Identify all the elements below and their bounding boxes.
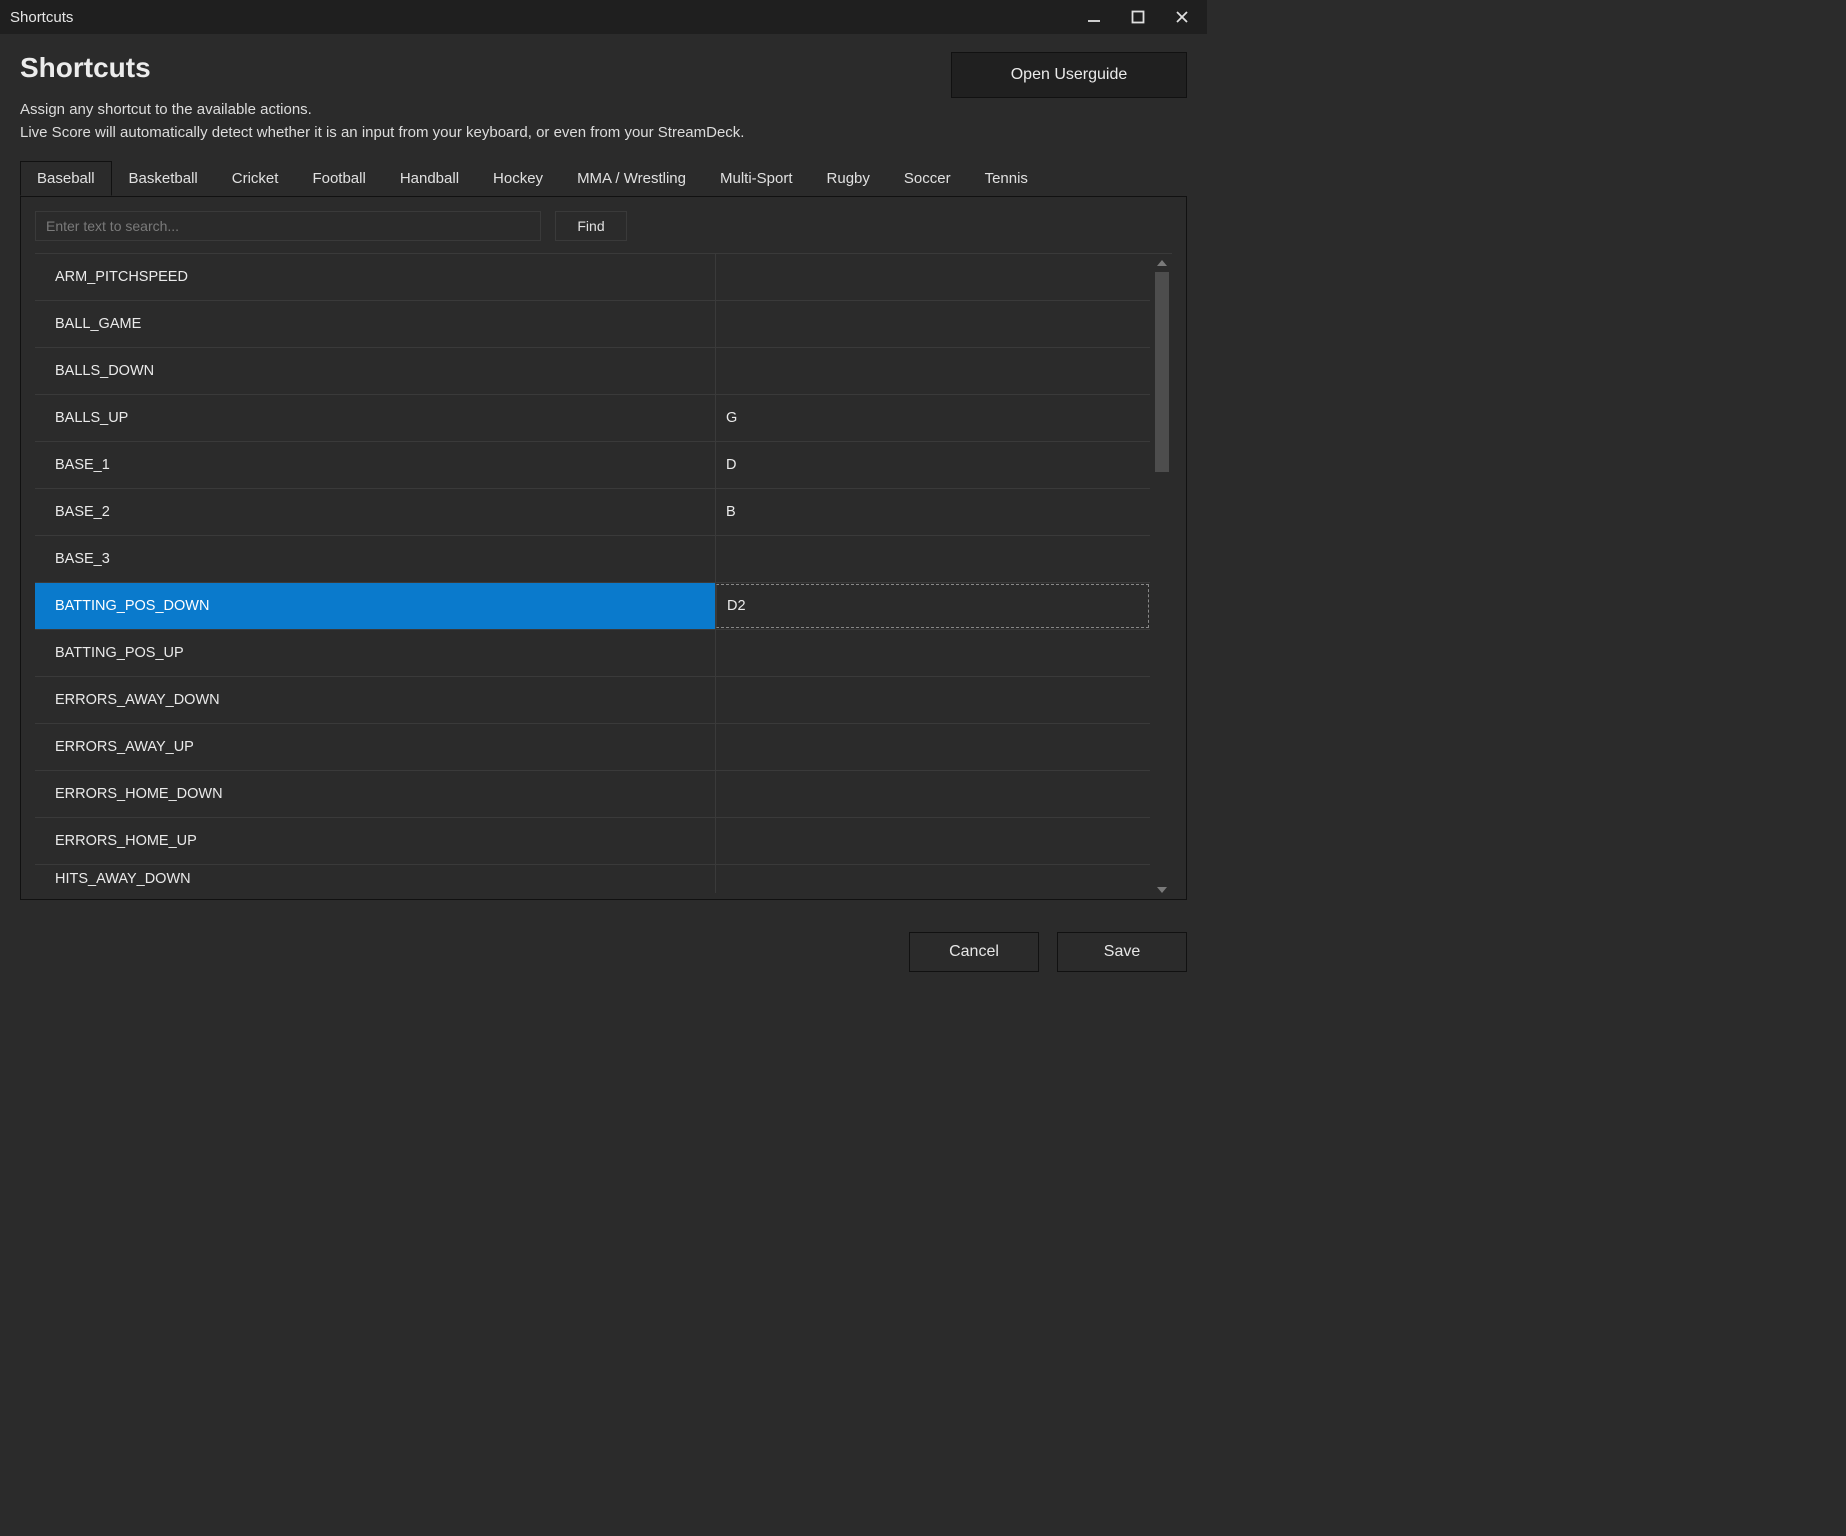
tab-soccer[interactable]: Soccer	[887, 161, 968, 196]
shortcut-key[interactable]: D	[716, 442, 1150, 488]
titlebar: Shortcuts	[0, 0, 1207, 34]
description-line-2: Live Score will automatically detect whe…	[20, 124, 744, 141]
action-name: ERRORS_AWAY_UP	[35, 724, 715, 770]
table-row[interactable]: BALL_GAME	[35, 301, 1150, 348]
action-name: BATTING_POS_DOWN	[35, 583, 715, 629]
shortcut-key[interactable]	[716, 254, 1150, 300]
tab-baseball[interactable]: Baseball	[20, 161, 112, 196]
table-row[interactable]: ERRORS_HOME_DOWN	[35, 771, 1150, 818]
action-name: ERRORS_HOME_DOWN	[35, 771, 715, 817]
table-row[interactable]: ARM_PITCHSPEED	[35, 254, 1150, 301]
page-title: Shortcuts	[20, 52, 151, 84]
tab-basketball[interactable]: Basketball	[112, 161, 215, 196]
action-name: BALL_GAME	[35, 301, 715, 347]
find-button[interactable]: Find	[555, 211, 627, 241]
table-row[interactable]: BASE_2B	[35, 489, 1150, 536]
maximize-icon[interactable]	[1129, 8, 1147, 26]
table-row[interactable]: BASE_1D	[35, 442, 1150, 489]
action-name: BATTING_POS_UP	[35, 630, 715, 676]
shortcut-key[interactable]	[716, 677, 1150, 723]
shortcut-key[interactable]	[716, 724, 1150, 770]
tab-handball[interactable]: Handball	[383, 161, 476, 196]
table-row[interactable]: BATTING_POS_DOWND2	[35, 583, 1150, 630]
shortcut-key[interactable]: B	[716, 489, 1150, 535]
tab-rugby[interactable]: Rugby	[810, 161, 887, 196]
description: Assign any shortcut to the available act…	[20, 98, 1187, 145]
table-row[interactable]: BALLS_UPG	[35, 395, 1150, 442]
description-line-1: Assign any shortcut to the available act…	[20, 101, 312, 118]
tab-football[interactable]: Football	[295, 161, 382, 196]
tab-hockey[interactable]: Hockey	[476, 161, 560, 196]
tab-multi-sport[interactable]: Multi-Sport	[703, 161, 810, 196]
close-icon[interactable]	[1173, 8, 1191, 26]
action-name: BALLS_UP	[35, 395, 715, 441]
table-row[interactable]: ERRORS_HOME_UP	[35, 818, 1150, 865]
cancel-button[interactable]: Cancel	[909, 932, 1039, 972]
shortcut-key[interactable]	[716, 630, 1150, 676]
table-row[interactable]: BATTING_POS_UP	[35, 630, 1150, 677]
shortcut-key[interactable]	[716, 771, 1150, 817]
minimize-icon[interactable]	[1085, 8, 1103, 26]
header-row: Shortcuts Open Userguide	[20, 52, 1187, 98]
window-controls	[1085, 8, 1197, 26]
tab-panel: Find ARM_PITCHSPEEDBALL_GAMEBALLS_DOWNBA…	[20, 197, 1187, 900]
footer-row: Cancel Save	[0, 918, 1207, 986]
shortcut-key[interactable]	[716, 865, 1150, 893]
shortcut-key[interactable]: D2	[716, 584, 1149, 628]
table-row[interactable]: BALLS_DOWN	[35, 348, 1150, 395]
tab-cricket[interactable]: Cricket	[215, 161, 296, 196]
table-row[interactable]: ERRORS_AWAY_UP	[35, 724, 1150, 771]
action-name: BASE_2	[35, 489, 715, 535]
action-name: HITS_AWAY_DOWN	[35, 865, 715, 893]
shortcut-table: ARM_PITCHSPEEDBALL_GAMEBALLS_DOWNBALLS_U…	[35, 253, 1172, 899]
window-title: Shortcuts	[10, 9, 73, 26]
tab-tennis[interactable]: Tennis	[968, 161, 1045, 196]
action-name: ARM_PITCHSPEED	[35, 254, 715, 300]
action-name: BASE_3	[35, 536, 715, 582]
action-name: ERRORS_HOME_UP	[35, 818, 715, 864]
shortcut-key[interactable]	[716, 301, 1150, 347]
table-row[interactable]: HITS_AWAY_DOWN	[35, 865, 1150, 893]
action-name: BALLS_DOWN	[35, 348, 715, 394]
shortcut-key[interactable]: G	[716, 395, 1150, 441]
scrollbar[interactable]	[1154, 256, 1170, 897]
open-userguide-button[interactable]: Open Userguide	[951, 52, 1187, 98]
save-button[interactable]: Save	[1057, 932, 1187, 972]
table-body: ARM_PITCHSPEEDBALL_GAMEBALLS_DOWNBALLS_U…	[35, 254, 1172, 899]
shortcut-key[interactable]	[716, 536, 1150, 582]
table-row[interactable]: BASE_3	[35, 536, 1150, 583]
tabs: BaseballBasketballCricketFootballHandbal…	[20, 161, 1187, 197]
content: Shortcuts Open Userguide Assign any shor…	[0, 34, 1207, 918]
shortcut-key[interactable]	[716, 348, 1150, 394]
search-row: Find	[35, 211, 1172, 241]
action-name: ERRORS_AWAY_DOWN	[35, 677, 715, 723]
tab-mma-wrestling[interactable]: MMA / Wrestling	[560, 161, 703, 196]
scroll-up-icon[interactable]	[1154, 256, 1170, 270]
table-row[interactable]: ERRORS_AWAY_DOWN	[35, 677, 1150, 724]
action-name: BASE_1	[35, 442, 715, 488]
shortcut-key[interactable]	[716, 818, 1150, 864]
search-input[interactable]	[35, 211, 541, 241]
scroll-thumb[interactable]	[1155, 272, 1169, 472]
scroll-down-icon[interactable]	[1154, 883, 1170, 897]
